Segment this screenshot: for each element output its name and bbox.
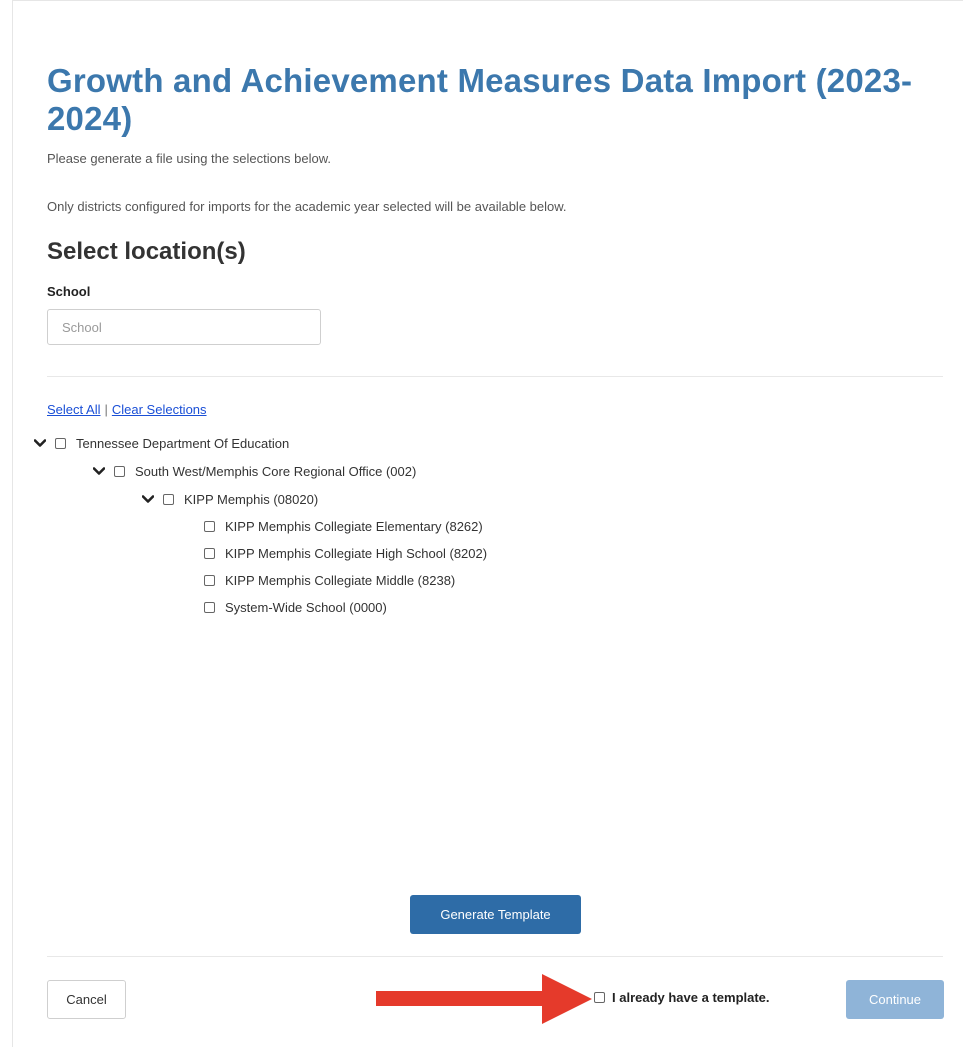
tree-node-label: KIPP Memphis (08020) [184, 491, 319, 507]
page: Growth and Achievement Measures Data Imp… [0, 0, 963, 1047]
tree-node-state: Tennessee Department Of Education [33, 433, 289, 453]
school-label: School [47, 284, 91, 299]
tree-node-label: KIPP Memphis Collegiate Middle (8238) [225, 572, 456, 588]
have-template-checkbox[interactable]: I already have a template. [594, 990, 770, 1005]
school-input[interactable] [47, 309, 321, 345]
selection-links: Select All | Clear Selections [47, 402, 207, 417]
tree-node-label: KIPP Memphis Collegiate Elementary (8262… [225, 518, 483, 534]
tree-node-region: South West/Memphis Core Regional Office … [92, 461, 416, 481]
section-divider [47, 376, 943, 377]
tree-node-school: KIPP Memphis Collegiate Elementary (8262… [204, 516, 483, 536]
have-template-label: I already have a template. [612, 990, 770, 1005]
generate-template-button[interactable]: Generate Template [410, 895, 581, 934]
tree-checkbox[interactable] [163, 493, 174, 505]
chevron-down-icon[interactable] [92, 464, 106, 478]
tree-node-label: KIPP Memphis Collegiate High School (820… [225, 545, 488, 561]
tree-node-label: System-Wide School (0000) [225, 599, 387, 615]
clear-selections-link[interactable]: Clear Selections [112, 402, 207, 417]
link-separator: | [104, 402, 108, 417]
continue-button[interactable]: Continue [846, 980, 944, 1019]
location-heading: Select location(s) [47, 238, 246, 265]
red-arrow-icon [376, 974, 592, 1024]
tree-checkbox[interactable] [204, 601, 215, 613]
tree-node-school: KIPP Memphis Collegiate Middle (8238) [204, 570, 455, 590]
tree-checkbox[interactable] [55, 437, 66, 449]
tree-checkbox[interactable] [204, 520, 215, 532]
tree-node-school: System-Wide School (0000) [204, 597, 387, 617]
page-title: Growth and Achievement Measures Data Imp… [47, 62, 913, 137]
tree-node-district: KIPP Memphis (08020) [141, 489, 318, 509]
footer-divider [47, 956, 943, 957]
tree-checkbox[interactable] [204, 547, 215, 559]
tree-node-label: Tennessee Department Of Education [76, 435, 290, 451]
tree-node-label: South West/Memphis Core Regional Office … [135, 463, 417, 479]
tree-checkbox[interactable] [204, 574, 215, 586]
tree-node-school: KIPP Memphis Collegiate High School (820… [204, 543, 487, 563]
instruction-text: Please generate a file using the selecti… [47, 151, 332, 166]
cancel-button[interactable]: Cancel [47, 980, 126, 1019]
availability-note: Only districts configured for imports fo… [47, 199, 567, 214]
chevron-down-icon[interactable] [141, 492, 155, 506]
template-checkbox[interactable] [594, 992, 605, 1003]
tree-checkbox[interactable] [114, 465, 125, 477]
chevron-down-icon[interactable] [33, 436, 47, 450]
select-all-link[interactable]: Select All [47, 402, 100, 417]
